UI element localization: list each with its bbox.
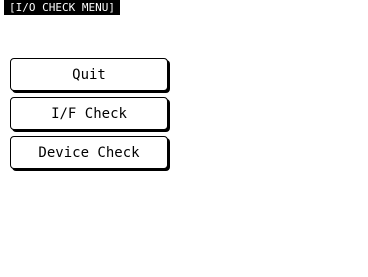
quit-button[interactable]: Quit (10, 58, 168, 91)
menu-title: [I/O CHECK MENU] (4, 0, 120, 15)
device-check-button[interactable]: Device Check (10, 136, 168, 169)
io-check-menu: Quit I/F Check Device Check (10, 58, 168, 175)
if-check-button[interactable]: I/F Check (10, 97, 168, 130)
io-check-screen: [I/O CHECK MENU] Quit I/F Check Device C… (0, 0, 368, 277)
